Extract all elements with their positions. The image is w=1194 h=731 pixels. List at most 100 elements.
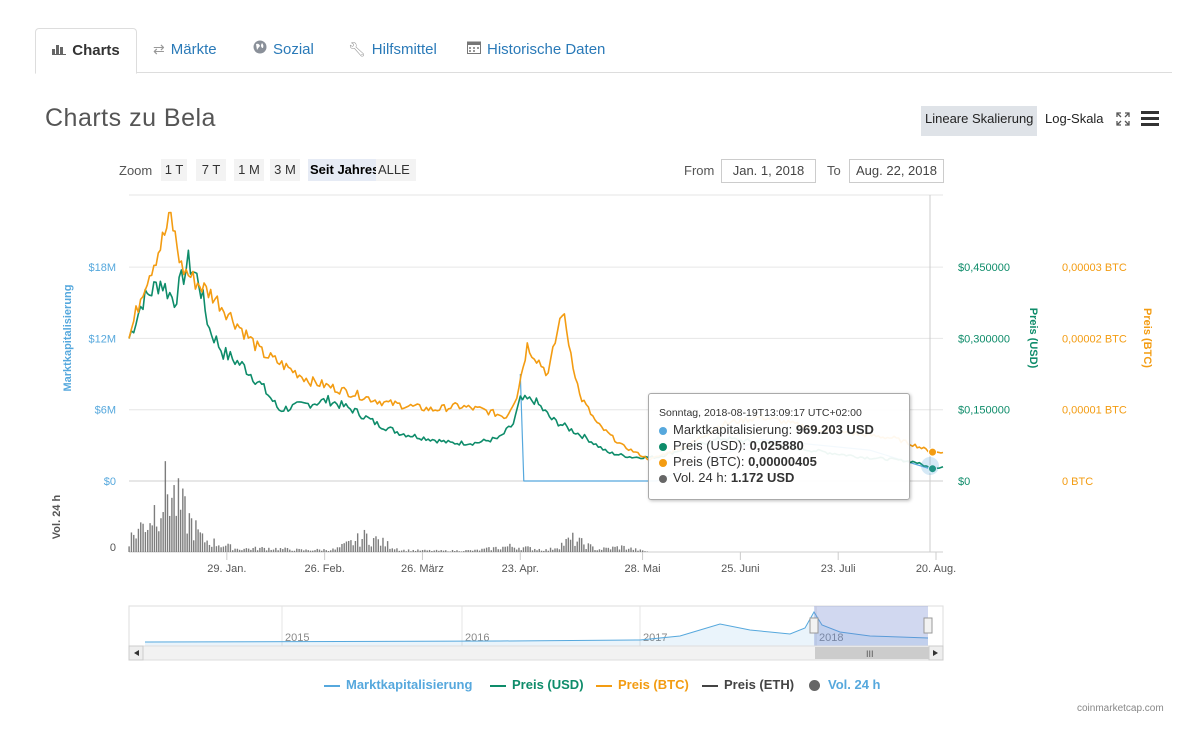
tooltip-value: 0,025880: [749, 438, 804, 453]
zoom-all-button[interactable]: ALLE: [376, 159, 416, 181]
navigator-handle: [923, 617, 933, 634]
zoom-1m-button[interactable]: 1 M: [234, 159, 264, 181]
volume-bar: [545, 549, 547, 552]
tab-historische-daten[interactable]: Historische Daten: [467, 28, 605, 71]
volume-bar: [323, 549, 325, 552]
volume-bar: [296, 548, 298, 552]
volume-bar: [193, 540, 195, 552]
volume-bar: [261, 546, 263, 552]
volume-bar: [426, 550, 428, 552]
volume-bar: [605, 547, 607, 552]
volume-bar: [195, 520, 197, 552]
volume-bar: [504, 546, 506, 552]
tab-hilfsmittel[interactable]: 🔧︎ Hilfsmittel: [348, 28, 437, 71]
volume-bar: [560, 542, 563, 552]
volume-bar: [245, 548, 248, 552]
tab-label: Hilfsmittel: [371, 41, 437, 58]
tab-charts[interactable]: Charts: [35, 28, 137, 74]
y-tick-label-price-usd: $0,450000: [958, 262, 1010, 274]
volume-bar: [135, 538, 137, 552]
zoom-ytd-button[interactable]: Seit Jahresbeginn: [308, 159, 377, 181]
volume-bar: [289, 549, 291, 552]
volume-bar: [222, 546, 225, 552]
volume-bar: [270, 549, 272, 552]
volume-bar: [556, 548, 558, 552]
legend-volume[interactable]: Vol. 24 h: [809, 677, 881, 692]
linear-scale-button[interactable]: Lineare Skalierung: [921, 106, 1038, 136]
volume-bar: [211, 546, 213, 552]
menu-icon[interactable]: [1141, 110, 1159, 131]
y-tick-label-price-btc: 0,00002 BTC: [1062, 333, 1127, 345]
volume-bar: [282, 549, 284, 552]
log-scale-button[interactable]: Log-Skala: [1041, 106, 1108, 136]
legend-price-usd[interactable]: Preis (USD): [490, 677, 584, 692]
volume-bar: [162, 512, 164, 552]
volume-bar: [155, 526, 158, 552]
volume-bar: [232, 550, 234, 552]
volume-bar: [543, 550, 545, 552]
volume-bar: [440, 550, 442, 552]
y-axis-label-price-usd: Preis (USD): [1027, 308, 1039, 369]
fullscreen-icon[interactable]: [1116, 110, 1130, 131]
tab-sozial[interactable]: Sozial: [253, 28, 314, 71]
volume-bar: [149, 523, 151, 552]
tab-maerkte[interactable]: ⇄ Märkte: [153, 28, 217, 71]
volume-bar: [173, 485, 175, 552]
volume-bar: [603, 547, 605, 552]
line-icon: [596, 684, 612, 687]
volume-bar: [293, 550, 296, 552]
volume-bar: [511, 546, 513, 552]
volume-bar: [458, 551, 460, 552]
navigator-tick-label: 2018: [819, 632, 843, 644]
globe-icon: [253, 28, 267, 71]
tooltip-row-market-cap: Marktkapitalisierung: 969.203 USD: [659, 422, 874, 437]
volume-bar: [639, 549, 642, 552]
volume-bar: [171, 497, 173, 552]
y-tick-label-price-btc: 0,00001 BTC: [1062, 405, 1127, 417]
volume-bar: [236, 548, 239, 552]
volume-bar: [158, 531, 160, 552]
legend-market-cap[interactable]: Marktkapitalisierung: [324, 677, 472, 692]
legend-price-btc[interactable]: Preis (BTC): [596, 677, 689, 692]
volume-bar: [417, 549, 419, 552]
volume-bar: [365, 533, 368, 552]
volume-bar: [554, 548, 556, 552]
zoom-3m-button[interactable]: 3 M: [270, 159, 300, 181]
zoom-1d-button[interactable]: 1 T: [161, 159, 187, 181]
volume-bar: [177, 478, 180, 552]
volume-bar: [540, 550, 543, 552]
from-label: From: [684, 163, 715, 178]
volume-bar: [531, 550, 534, 552]
volume-bar: [518, 547, 520, 552]
y-tick-label-price-usd: $0,150000: [958, 405, 1010, 417]
legend-label: Vol. 24 h: [828, 677, 881, 692]
volume-bar: [316, 548, 318, 552]
zoom-7d-button[interactable]: 7 T: [196, 159, 226, 181]
volume-bar: [567, 537, 570, 552]
legend-label: Marktkapitalisierung: [346, 677, 473, 692]
tooltip-label: Marktkapitalisierung:: [673, 422, 796, 437]
hover-marker-price_usd: [928, 464, 938, 474]
volume-bar: [179, 509, 182, 552]
legend-price-eth[interactable]: Preis (ETH): [702, 677, 794, 692]
volume-bar: [513, 547, 516, 552]
calendar-icon: [467, 28, 481, 71]
volume-bar: [370, 546, 373, 552]
volume-bar: [412, 549, 414, 552]
hover-marker-market_cap: [928, 464, 938, 474]
volume-bar: [252, 548, 254, 552]
y-tick-label-market-cap: $6M: [95, 405, 116, 417]
volume-bar: [585, 549, 587, 552]
x-tick-label: 28. Mai: [625, 563, 661, 575]
from-date-input[interactable]: Jan. 1, 2018: [721, 159, 816, 183]
credit-link[interactable]: coinmarketcap.com: [1077, 703, 1164, 714]
volume-bar: [140, 522, 142, 552]
volume-bar: [583, 544, 585, 552]
volume-bar: [460, 551, 463, 552]
volume-bar: [641, 550, 644, 552]
volume-bar: [623, 545, 625, 552]
to-date-input[interactable]: Aug. 22, 2018: [849, 159, 944, 183]
volume-bar: [284, 547, 286, 552]
y-tick-label-market-cap: $0: [104, 476, 116, 488]
volume-bar: [391, 548, 393, 552]
